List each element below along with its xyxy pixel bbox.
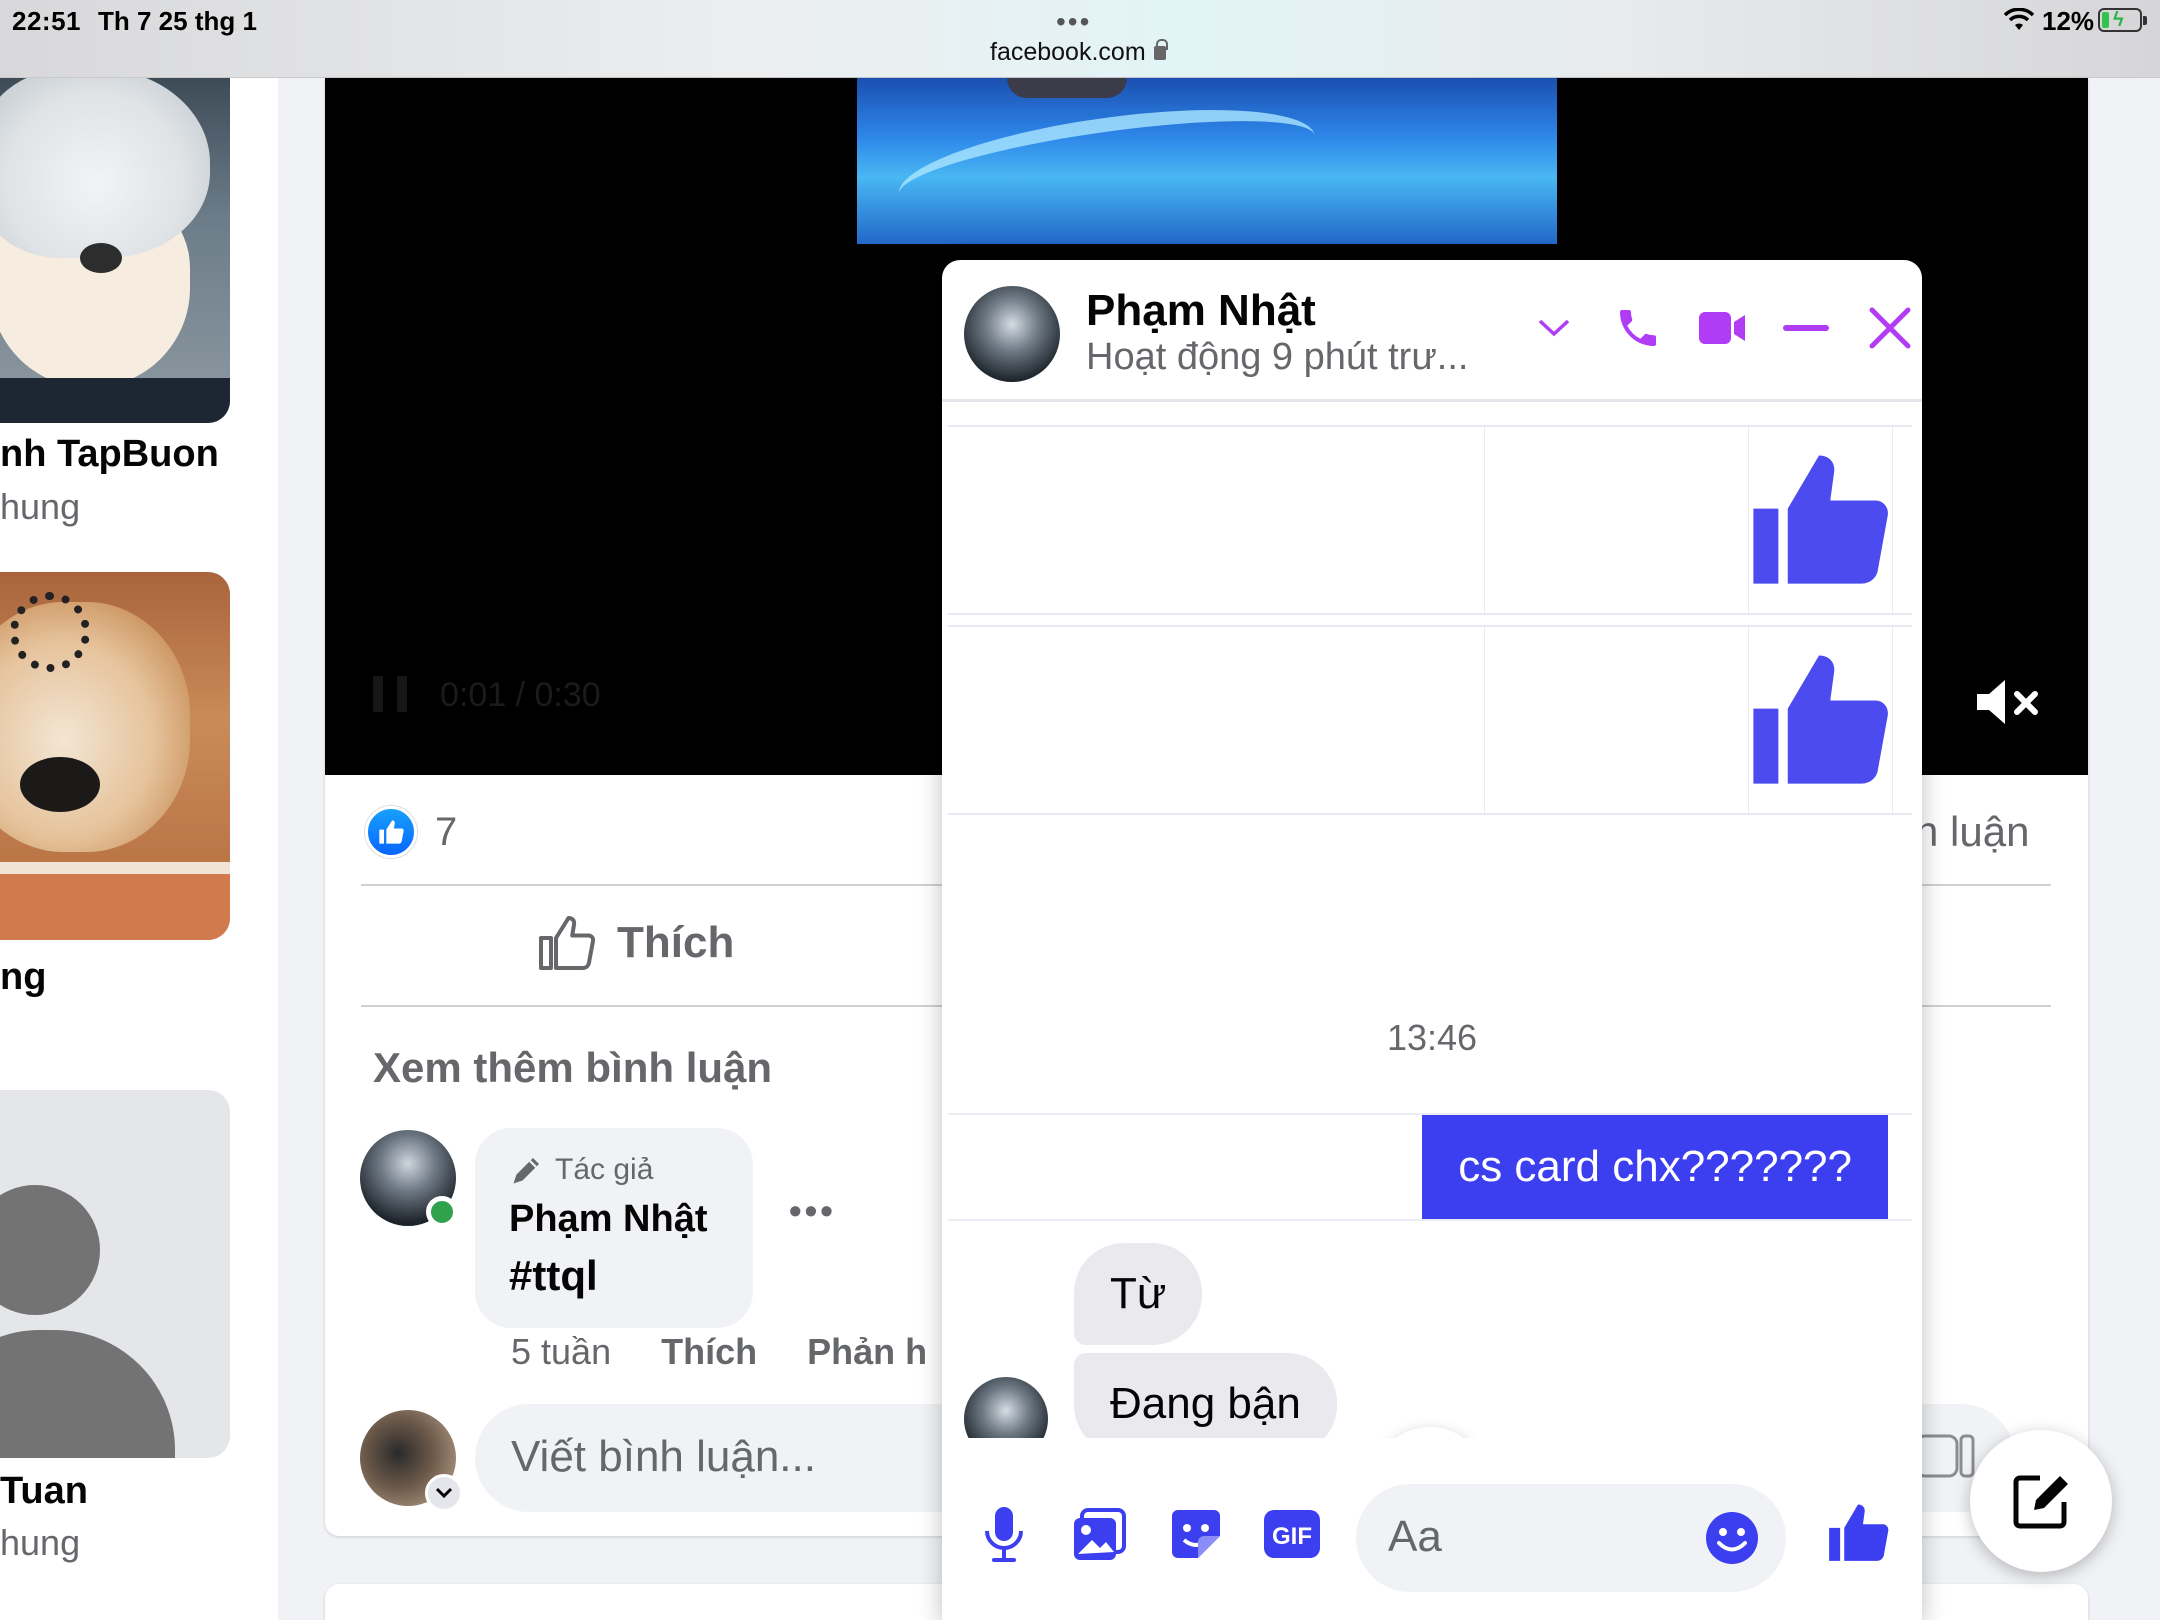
story-name[interactable]: nh TapBuon <box>0 433 219 476</box>
emoji-icon[interactable] <box>1704 1510 1760 1566</box>
message-row <box>948 625 1912 815</box>
chevron-down-icon[interactable] <box>1512 296 1596 360</box>
url-text: facebook.com <box>990 38 1146 66</box>
like-button[interactable]: Thích <box>535 913 734 973</box>
battery-percent: 12% <box>2042 6 2095 36</box>
sticker-icon[interactable] <box>1164 1502 1228 1566</box>
svg-text:GIF: GIF <box>1272 1523 1312 1550</box>
thumbs-up-icon[interactable] <box>1744 443 1894 593</box>
author-badge-label: Tác giả <box>555 1153 654 1186</box>
like-count: 7 <box>435 809 458 854</box>
contact-status: Hoạt động 9 phút trư... <box>1086 336 1469 378</box>
comment-text[interactable]: #ttql <box>509 1252 598 1300</box>
comment-options-icon[interactable]: ••• <box>789 1190 836 1232</box>
message-row <box>948 425 1912 615</box>
chat-header-actions <box>1512 296 1922 360</box>
thumbs-up-outline-icon <box>539 916 596 970</box>
battery-icon: ϟ <box>2098 8 2147 32</box>
reaction-summary[interactable]: 7 <box>365 806 457 858</box>
comment-actions: 5 tuần Thích Phản h <box>511 1331 927 1373</box>
address-bar[interactable]: facebook.com <box>990 38 1168 67</box>
story-name[interactable]: ng <box>0 956 46 999</box>
photo-icon[interactable] <box>1068 1502 1132 1566</box>
close-icon[interactable] <box>1848 296 1922 360</box>
message-row: cs card chx??????? <box>948 1113 1912 1221</box>
view-more-comments-link[interactable]: Xem thêm bình luận <box>373 1044 772 1092</box>
thumbs-up-icon[interactable] <box>1744 643 1894 793</box>
thumbs-up-icon[interactable] <box>1822 1496 1894 1568</box>
chevron-down-icon[interactable] <box>425 1474 463 1512</box>
status-date: Th 7 25 thg 1 <box>98 6 257 36</box>
sticker-icon[interactable] <box>1915 1432 1975 1482</box>
comment-input-placeholder: Viết bình luận... <box>511 1432 816 1481</box>
story-subtitle: hung <box>0 486 81 527</box>
chat-messages[interactable]: 13:46 cs card chx??????? Từ Đang bận <box>942 405 1922 1581</box>
microphone-icon[interactable] <box>972 1502 1036 1566</box>
received-message-bubble[interactable]: Từ <box>1074 1243 1203 1345</box>
story-thumbnail[interactable] <box>0 572 230 940</box>
message-input[interactable]: Aa <box>1356 1484 1786 1592</box>
gif-icon[interactable]: GIF <box>1260 1502 1324 1566</box>
lock-icon <box>1153 39 1168 60</box>
contact-avatar[interactable] <box>964 286 1060 382</box>
messenger-chat-window: Phạm Nhật Hoạt động 9 phút trư... 13:46 … <box>942 260 1922 1620</box>
status-time: 22:51 <box>12 6 81 36</box>
pen-icon <box>513 1158 539 1184</box>
online-status-dot <box>426 1196 458 1228</box>
pause-icon[interactable] <box>373 676 407 712</box>
default-avatar[interactable] <box>0 1090 230 1458</box>
phone-icon[interactable] <box>1596 296 1680 360</box>
comments-count-label[interactable]: h luận <box>1915 808 2029 856</box>
comment-reply-link[interactable]: Phản h <box>807 1331 927 1373</box>
contact-name[interactable]: Phạm Nhật <box>1086 286 1316 336</box>
chat-composer: GIF Aa <box>942 1438 1922 1620</box>
stories-column: nh TapBuon hung ng Tuan hung <box>0 78 278 1620</box>
new-message-button[interactable] <box>1970 1430 2112 1572</box>
comment-like-link[interactable]: Thích <box>661 1331 757 1373</box>
like-reaction-icon <box>365 806 417 858</box>
mute-icon[interactable] <box>1973 672 2043 732</box>
sent-message-bubble[interactable]: cs card chx??????? <box>1422 1115 1888 1219</box>
video-time: 0:01 / 0:30 <box>440 676 601 714</box>
status-bar: 22:51 Th 7 25 thg 1 ••• facebook.com 12%… <box>0 0 2160 78</box>
chat-header: Phạm Nhật Hoạt động 9 phút trư... <box>942 260 1922 402</box>
more-dots-icon[interactable]: ••• <box>1056 6 1091 38</box>
compose-icon <box>2013 1475 2068 1529</box>
story-subtitle: hung <box>0 1522 81 1563</box>
story-thumbnail[interactable] <box>0 78 230 423</box>
comment-author-name[interactable]: Phạm Nhật <box>509 1198 707 1241</box>
author-badge: Tác giả <box>509 1152 653 1188</box>
story-name[interactable]: Tuan <box>0 1470 88 1513</box>
wifi-icon <box>2004 8 2034 30</box>
comment-age[interactable]: 5 tuần <box>511 1331 611 1373</box>
comment-bubble: Tác giả Phạm Nhật #ttql <box>475 1128 753 1328</box>
video-frame <box>857 78 1557 244</box>
message-input-placeholder: Aa <box>1388 1512 1442 1561</box>
like-button-label: Thích <box>617 918 735 967</box>
video-call-icon[interactable] <box>1680 296 1764 360</box>
minimize-icon[interactable] <box>1764 296 1848 360</box>
message-timestamp: 13:46 <box>1386 1017 1478 1058</box>
